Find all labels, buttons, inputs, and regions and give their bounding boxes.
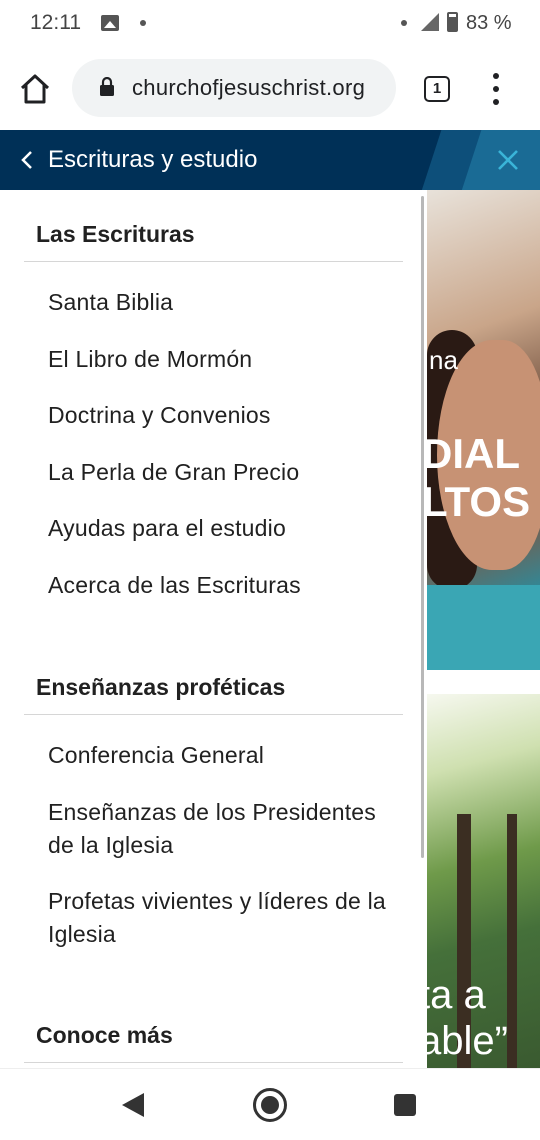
signal-icon — [421, 13, 439, 31]
system-nav-bar — [0, 1068, 540, 1140]
back-chevron-icon[interactable] — [20, 150, 34, 170]
section-divider — [24, 1062, 403, 1063]
drawer-title[interactable]: Escrituras y estudio — [48, 146, 257, 174]
battery-icon — [447, 12, 458, 32]
drawer-scrollbar[interactable] — [421, 196, 424, 858]
nav-home-icon[interactable] — [253, 1088, 287, 1122]
forest-caption: ta a able” — [419, 973, 508, 1063]
drawer-link-ensenanzas-presidentes[interactable]: Enseñanzas de los Presidentes de la Igle… — [48, 796, 398, 862]
notification-dot-icon — [140, 20, 146, 26]
drawer-link-acerca-escrituras[interactable]: Acerca de las Escrituras — [48, 569, 398, 602]
battery-percent: 83 % — [466, 12, 512, 34]
drawer-link-doctrina-y-convenios[interactable]: Doctrina y Convenios — [48, 399, 398, 432]
nav-recents-icon[interactable] — [394, 1094, 416, 1116]
image-icon — [101, 15, 119, 31]
section-heading: Las Escrituras — [36, 221, 195, 247]
drawer-link-ayudas-estudio[interactable]: Ayudas para el estudio — [48, 512, 398, 545]
drawer-link-santa-biblia[interactable]: Santa Biblia — [48, 286, 398, 319]
status-bar: 12:11 83 % — [0, 0, 540, 48]
url-bar[interactable]: churchofjesuschrist.org — [72, 59, 396, 117]
status-time: 12:11 — [30, 11, 81, 34]
hero-shirt — [427, 585, 540, 670]
hero-subtitle: na — [429, 345, 458, 375]
drawer-link-conferencia-general[interactable]: Conferencia General — [48, 739, 398, 772]
section-heading: Enseñanzas proféticas — [36, 674, 286, 700]
section-divider — [24, 714, 403, 715]
drawer-link-libro-de-mormon[interactable]: El Libro de Mormón — [48, 343, 398, 376]
home-icon[interactable] — [18, 72, 52, 106]
lock-icon — [99, 76, 115, 96]
scriptures-drawer: Las Escrituras Santa Biblia El Libro de … — [0, 190, 427, 1068]
section-heading: Conoce más — [36, 1022, 173, 1048]
wifi-dot-icon — [401, 20, 407, 26]
tabs-icon[interactable]: 1 — [424, 76, 450, 102]
overflow-menu-icon[interactable] — [486, 73, 506, 105]
drawer-header: Escrituras y estudio — [0, 130, 540, 190]
section-divider — [24, 261, 403, 262]
drawer-link-perla-de-gran-precio[interactable]: La Perla de Gran Precio — [48, 456, 398, 489]
close-icon[interactable] — [496, 148, 520, 172]
url-text: churchofjesuschrist.org — [132, 75, 366, 100]
browser-toolbar: churchofjesuschrist.org 1 — [0, 48, 540, 130]
drawer-link-profetas-vivientes[interactable]: Profetas vivientes y líderes de la Igles… — [48, 885, 398, 951]
tree-trunk — [507, 814, 517, 1068]
divider — [427, 670, 540, 694]
hero-title: DIAL LTOS — [422, 430, 531, 525]
nav-back-icon[interactable] — [122, 1093, 144, 1117]
